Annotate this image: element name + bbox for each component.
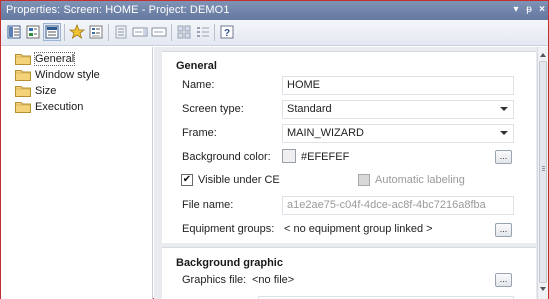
equipment-groups-ellipsis-button[interactable]: ... (495, 223, 512, 237)
categorized-view-icon[interactable] (43, 23, 61, 41)
background-color-label: Background color: (182, 151, 271, 163)
vertical-scrollbar[interactable] (537, 47, 548, 299)
dock-icon[interactable]: ᵽ (523, 4, 535, 16)
title-bar[interactable]: Properties: Screen: HOME - Project: DEMO… (1, 1, 548, 20)
background-color-ellipsis-button[interactable]: ... (495, 150, 512, 164)
graphics-file-ellipsis-button[interactable]: ... (495, 273, 512, 287)
grip-icon (542, 168, 545, 169)
grid-icon[interactable] (175, 23, 193, 41)
chevron-down-icon (500, 131, 508, 135)
frame-select[interactable]: MAIN_WIZARD (282, 124, 514, 143)
equipment-groups-value: < no equipment group linked > (284, 223, 433, 235)
favorite-star-icon[interactable] (68, 23, 86, 41)
tree-item-window-style[interactable]: Window style (15, 67, 100, 82)
toolbar-separator (171, 24, 172, 41)
tree-item-label: Size (35, 84, 57, 97)
tree-item-label: Execution (35, 100, 84, 113)
graphics-file-label: Graphics file: (182, 274, 247, 286)
pin-icon[interactable]: ▾ (510, 4, 522, 16)
file-name-label: File name: (182, 199, 234, 211)
visible-under-ce-label: Visible under CE (198, 174, 280, 186)
toolbar: ? (1, 20, 548, 46)
graphics-file-value: <no file> (252, 274, 295, 286)
folder-icon (15, 101, 31, 113)
automatic-labeling-label: Automatic labeling (375, 174, 465, 186)
category-tree: General Window style Size Execution (1, 47, 153, 299)
tree-item-general[interactable]: General (15, 51, 76, 66)
toolbar-separator (214, 24, 215, 41)
frame-value: MAIN_WIZARD (287, 127, 364, 139)
field-icon[interactable] (131, 23, 149, 41)
equipment-groups-label: Equipment groups: (182, 223, 275, 235)
scroll-up-arrow-icon[interactable] (540, 53, 546, 57)
properties-pane[interactable]: General Name: HOME Screen type: Standard… (154, 47, 537, 299)
toolbar-separator (64, 24, 65, 41)
window-title: Properties: Screen: HOME - Project: DEMO… (6, 4, 230, 16)
color-swatch[interactable] (282, 149, 296, 163)
svg-text:?: ? (224, 28, 230, 39)
chevron-down-icon (500, 107, 508, 111)
grip-icon (542, 166, 545, 167)
screen-type-value: Standard (287, 103, 332, 115)
general-group: General Name: HOME Screen type: Standard… (162, 51, 536, 243)
tree-item-label: General (33, 51, 76, 66)
background-graphic-group: Background graphic Graphics file: <no fi… (162, 247, 536, 299)
file-name-field[interactable]: a1e2ae75-c04f-4dce-ac8f-4bc7216a8fba (282, 196, 514, 215)
field-alt-icon[interactable] (150, 23, 168, 41)
screen-type-label: Screen type: (182, 103, 244, 115)
name-label: Name: (182, 79, 215, 91)
close-icon[interactable]: × (536, 4, 548, 16)
list-detail-icon[interactable] (194, 23, 212, 41)
scroll-down-arrow-icon[interactable] (540, 287, 546, 291)
tree-item-execution[interactable]: Execution (15, 99, 83, 114)
toolbar-separator (108, 24, 109, 41)
properties-window: Properties: Screen: HOME - Project: DEMO… (0, 0, 549, 299)
list-icon[interactable] (87, 23, 105, 41)
help-icon[interactable]: ? (218, 23, 236, 41)
folder-icon (15, 53, 31, 65)
background-graphic-title: Background graphic (176, 257, 283, 269)
align-icon[interactable] (112, 23, 130, 41)
background-color-value: #EFEFEF (301, 151, 350, 163)
scrollbar-thumb[interactable] (539, 61, 547, 283)
tree-item-size[interactable]: Size (15, 83, 56, 98)
automatic-labeling-checkbox[interactable] (358, 174, 370, 186)
folder-icon (15, 85, 31, 97)
folder-icon (15, 69, 31, 81)
tree-item-label: Window style (35, 68, 100, 81)
name-field[interactable]: HOME (282, 76, 514, 95)
alphabetic-view-icon[interactable] (24, 23, 42, 41)
visible-under-ce-checkbox[interactable]: ✔ (181, 174, 193, 186)
grip-icon (542, 170, 545, 171)
frame-label: Frame: (182, 127, 217, 139)
screen-type-select[interactable]: Standard (282, 100, 514, 119)
properties-view-icon[interactable] (5, 23, 23, 41)
general-group-title: General (176, 60, 217, 72)
